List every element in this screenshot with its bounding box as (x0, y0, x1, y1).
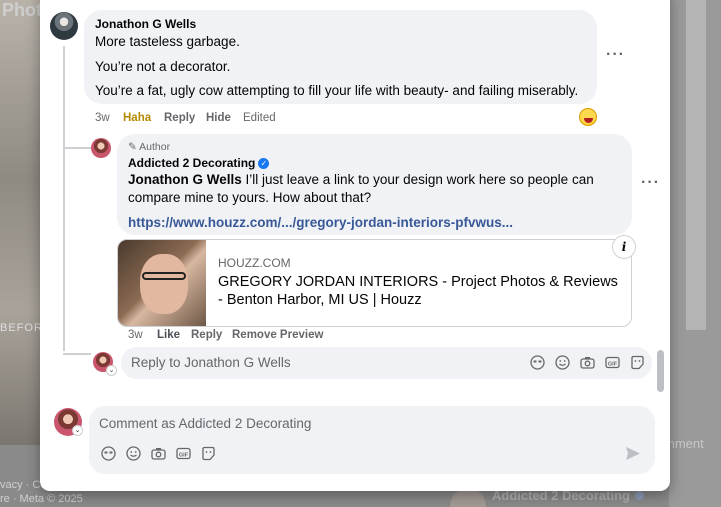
comments-modal: Jonathon G Wells More tasteless garbage.… (40, 0, 670, 491)
edited-label: Edited (243, 112, 276, 124)
avatar-jonathon[interactable] (50, 12, 78, 40)
comment-author[interactable]: Jonathon G Wells (95, 17, 196, 31)
comment-line: You’re a fat, ugly cow attempting to fil… (95, 83, 579, 98)
reply-button[interactable]: Reply (191, 329, 222, 341)
background-verified-icon (635, 491, 644, 500)
avatar-addicted-2-decorating[interactable] (91, 138, 111, 158)
preview-thumbnail (118, 240, 206, 326)
thread-line (63, 46, 65, 351)
comment-line: More tasteless garbage. (95, 34, 240, 49)
avatar-sticker-icon[interactable] (530, 355, 545, 370)
houzz-link[interactable]: https://www.houzz.com/.../gregory-jordan… (128, 215, 513, 230)
avatar-sticker-icon[interactable] (101, 446, 116, 461)
reply-input-box[interactable]: Reply to Jonathon G Wells GIF (121, 347, 652, 379)
gif-icon[interactable]: GIF (605, 355, 620, 370)
gif-icon[interactable]: GIF (176, 446, 191, 461)
background-title: Phot (2, 0, 42, 20)
thread-branch (63, 147, 91, 149)
hide-button[interactable]: Hide (206, 112, 231, 124)
reply-text-line: compare mine to yours. How about that? (128, 190, 372, 205)
comment-time[interactable]: 3w (95, 112, 110, 124)
more-options-icon[interactable]: ··· (606, 46, 625, 64)
svg-text:GIF: GIF (179, 452, 189, 458)
like-button[interactable]: Like (157, 329, 180, 341)
pencil-icon: ✎ (128, 141, 137, 153)
author-tag-label: Author (139, 141, 171, 153)
mention-link[interactable]: Jonathon G Wells (128, 172, 242, 187)
reply-text: I’ll just leave a link to your design wo… (241, 172, 594, 187)
reply-author-row: Addicted 2 Decorating ✓ (128, 156, 270, 170)
comment-input[interactable]: Comment as Addicted 2 Decorating (99, 416, 311, 431)
more-options-icon[interactable]: ··· (641, 174, 660, 192)
haha-reaction-label[interactable]: Haha (123, 112, 151, 124)
comment-input-box[interactable]: Comment as Addicted 2 Decorating GIF (89, 406, 655, 474)
preview-glasses (142, 272, 186, 280)
haha-reaction-icon[interactable] (579, 108, 597, 126)
svg-text:GIF: GIF (608, 361, 618, 367)
preview-face (140, 254, 188, 314)
background-stripe (686, 0, 706, 330)
sticker-icon[interactable] (630, 355, 645, 370)
chevron-down-icon[interactable]: ⌄ (72, 425, 83, 436)
info-icon[interactable]: i (612, 235, 636, 259)
reply-input[interactable]: Reply to Jonathon G Wells (131, 355, 291, 370)
emoji-icon[interactable] (126, 446, 141, 461)
reply-text-line: Jonathon G Wells I’ll just leave a link … (128, 172, 594, 187)
link-preview-card[interactable]: HOUZZ.COM GREGORY JORDAN INTERIORS - Pro… (117, 239, 632, 327)
author-tag: ✎ Author (128, 141, 170, 153)
camera-icon[interactable] (580, 355, 595, 370)
chevron-down-icon[interactable]: ⌄ (106, 365, 117, 376)
footer-line: re · Meta © 2025 (0, 493, 83, 505)
preview-domain: HOUZZ.COM (218, 256, 291, 270)
reply-author[interactable]: Addicted 2 Decorating (128, 156, 255, 170)
preview-title: GREGORY JORDAN INTERIORS - Project Photo… (218, 274, 618, 308)
verified-badge-icon: ✓ (258, 158, 270, 170)
emoji-icon[interactable] (555, 355, 570, 370)
sticker-icon[interactable] (201, 446, 216, 461)
scrollbar-thumb[interactable] (657, 350, 664, 392)
send-icon[interactable] (625, 446, 641, 466)
reply-button[interactable]: Reply (164, 112, 195, 124)
comment-line: You’re not a decorator. (95, 59, 231, 74)
reply-time[interactable]: 3w (128, 329, 143, 341)
remove-preview-button[interactable]: Remove Preview (232, 329, 323, 341)
camera-icon[interactable] (151, 446, 166, 461)
thread-branch (63, 353, 91, 355)
